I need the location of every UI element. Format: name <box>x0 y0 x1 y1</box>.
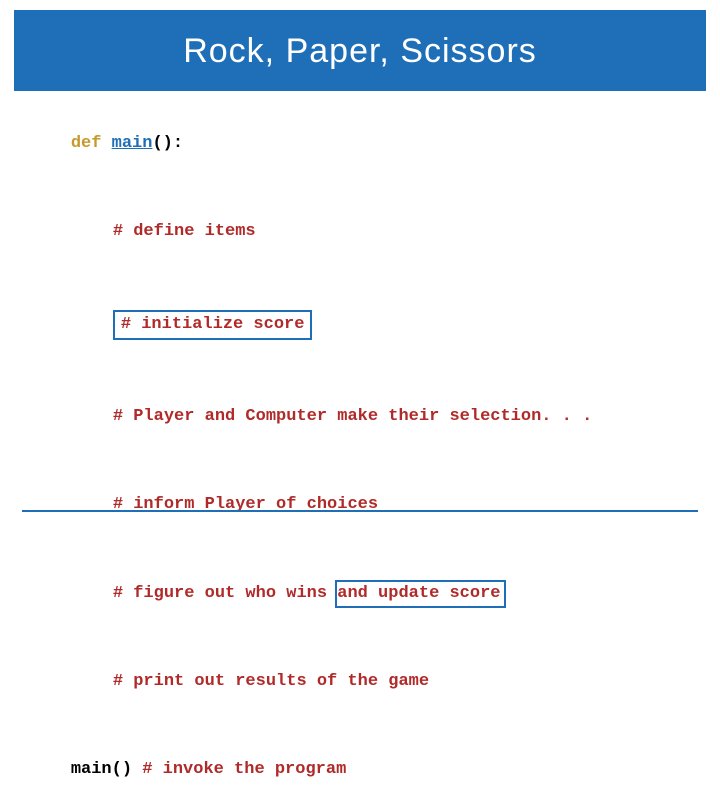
code-line-comment-6: # print out results of the game <box>30 649 690 715</box>
code-block: def main(): # define items # initialize … <box>0 91 720 803</box>
comment-text-a: # figure out who wins <box>113 584 337 603</box>
comment-text-b: and update score <box>337 584 500 603</box>
comment-text: # Player and Computer make their selecti… <box>113 407 592 426</box>
code-line-comment-3: # Player and Computer make their selecti… <box>30 384 690 450</box>
bottom-divider <box>22 510 698 512</box>
code-line-def: def main(): <box>30 111 690 177</box>
function-name: main <box>112 134 153 153</box>
code-line-comment-1: # define items <box>30 199 690 265</box>
invoke-call: main() <box>71 760 132 779</box>
comment-text: # print out results of the game <box>113 672 429 691</box>
parens: (): <box>152 134 183 153</box>
code-line-comment-4: # inform Player of choices <box>30 472 690 538</box>
invoke-comment: # invoke the program <box>132 760 346 779</box>
code-line-comment-5: # figure out who wins and update score <box>30 560 690 626</box>
comment-text: # define items <box>113 222 256 241</box>
comment-text: # initialize score <box>121 315 305 334</box>
highlight-box-1: # initialize score <box>113 310 313 340</box>
keyword-def: def <box>71 134 102 153</box>
code-line-comment-2: # initialize score <box>30 288 690 362</box>
slide-title: Rock, Paper, Scissors <box>14 10 706 91</box>
code-line-invoke: main() # invoke the program <box>30 737 690 803</box>
